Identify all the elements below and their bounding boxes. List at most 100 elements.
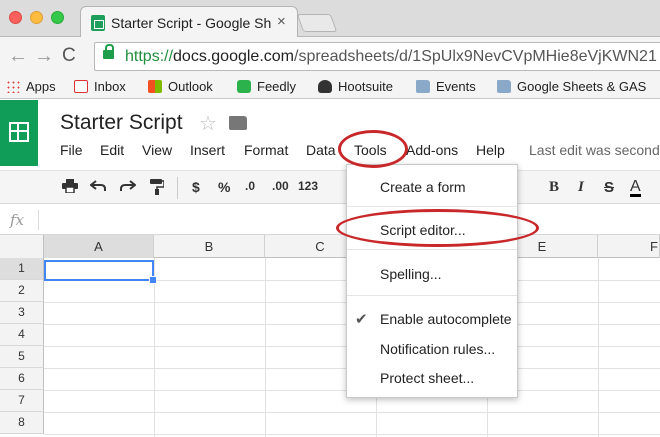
- browser-tab-bar: Starter Script - Google Sheets ×: [0, 0, 660, 37]
- active-cell-a1[interactable]: [44, 260, 157, 284]
- apps-grid-icon: [6, 80, 20, 93]
- decrease-decimal-button[interactable]: .0: [245, 179, 255, 193]
- menu-format[interactable]: Format: [244, 142, 288, 158]
- checkmark-icon: ✔: [355, 311, 368, 328]
- print-icon[interactable]: [62, 179, 78, 196]
- address-toolbar: ← → C https://docs.google.com/spreadshee…: [0, 37, 660, 75]
- menu-bar: File Edit View Insert Format Data Tools …: [0, 140, 660, 162]
- bold-button[interactable]: B: [549, 179, 559, 196]
- menu-help[interactable]: Help: [476, 142, 505, 158]
- sheets-logo-icon: [9, 122, 29, 142]
- new-tab-button[interactable]: [296, 14, 338, 32]
- secure-lock-icon: [103, 44, 114, 59]
- last-edit-status[interactable]: Last edit was second: [529, 142, 660, 158]
- window-close-button[interactable]: [9, 11, 22, 24]
- menu-edit[interactable]: Edit: [100, 142, 124, 158]
- column-header-b[interactable]: B: [154, 235, 265, 258]
- text-color-button[interactable]: A: [630, 179, 641, 197]
- select-all-corner[interactable]: [0, 235, 44, 258]
- browser-tab-active[interactable]: Starter Script - Google Sheets ×: [80, 6, 298, 37]
- strikethrough-button[interactable]: S: [604, 179, 614, 196]
- folder-icon: [416, 80, 430, 93]
- row-header-5[interactable]: 5: [0, 346, 44, 368]
- bookmark-label: Inbox: [94, 79, 126, 94]
- bookmark-label: Outlook: [168, 79, 213, 94]
- bookmark-events[interactable]: Events: [416, 79, 476, 94]
- bookmark-feedly[interactable]: Feedly: [237, 79, 296, 94]
- spreadsheet-grid[interactable]: A B C D E F 1 2 3 4 5 6 7 8: [0, 235, 660, 437]
- url-host: docs.google.com: [173, 48, 294, 65]
- bookmark-hootsuite[interactable]: Hootsuite: [318, 79, 393, 94]
- hootsuite-icon: [318, 80, 332, 93]
- redo-icon[interactable]: [120, 179, 137, 195]
- row-header-3[interactable]: 3: [0, 302, 44, 324]
- menu-separator: [347, 295, 517, 296]
- grid-column-line: [598, 258, 599, 437]
- formula-divider: [38, 210, 39, 230]
- bookmark-label: Google Sheets & GAS: [517, 79, 647, 94]
- undo-icon[interactable]: [89, 179, 106, 195]
- url-bar[interactable]: https://docs.google.com/spreadsheets/d/1…: [94, 42, 660, 71]
- grid-column-line: [265, 258, 266, 437]
- italic-button[interactable]: I: [578, 179, 584, 196]
- column-header-a[interactable]: A: [44, 235, 154, 258]
- row-header-8[interactable]: 8: [0, 412, 44, 434]
- menu-item-enable-autocomplete[interactable]: Enable autocomplete: [380, 311, 512, 327]
- tab-close-icon[interactable]: ×: [277, 13, 286, 30]
- tab-title: Starter Script - Google Sheets: [111, 15, 271, 31]
- tools-dropdown-menu: Create a form Script editor... Spelling.…: [346, 164, 518, 398]
- grid-row-line: [44, 412, 660, 413]
- paint-format-icon[interactable]: [150, 179, 165, 198]
- url-scheme: https://: [125, 48, 174, 65]
- menu-file[interactable]: File: [60, 142, 83, 158]
- menu-view[interactable]: View: [142, 142, 172, 158]
- reload-icon[interactable]: C: [62, 45, 76, 67]
- menu-item-create-form[interactable]: Create a form: [380, 179, 466, 195]
- row-header-4[interactable]: 4: [0, 324, 44, 346]
- bookmark-label: Feedly: [257, 79, 297, 94]
- bookmark-inbox[interactable]: Inbox: [74, 79, 126, 94]
- folder-icon: [497, 80, 511, 93]
- currency-format-button[interactable]: $: [192, 179, 200, 195]
- url-path: /spreadsheets/d/1SpUlx9NevCVpMHie8eVjKWN…: [294, 48, 657, 65]
- gmail-icon: [74, 80, 88, 93]
- document-title[interactable]: Starter Script: [60, 111, 183, 135]
- column-header-row: A B C D E F: [0, 235, 660, 258]
- bookmark-apps[interactable]: Apps: [6, 79, 56, 94]
- row-header-7[interactable]: 7: [0, 390, 44, 412]
- menu-item-notification-rules[interactable]: Notification rules...: [380, 341, 495, 357]
- menu-add-ons[interactable]: Add-ons: [406, 142, 458, 158]
- star-icon[interactable]: ☆: [199, 111, 217, 136]
- row-header-2[interactable]: 2: [0, 280, 44, 302]
- row-header-6[interactable]: 6: [0, 368, 44, 390]
- sheets-favicon-icon: [91, 15, 105, 31]
- grid-column-line: [154, 258, 155, 437]
- menu-data[interactable]: Data: [306, 142, 336, 158]
- menu-insert[interactable]: Insert: [190, 142, 225, 158]
- bookmark-outlook[interactable]: Outlook: [148, 79, 213, 94]
- increase-decimal-button[interactable]: .00: [272, 179, 289, 193]
- menu-separator: [347, 249, 517, 250]
- menu-separator: [347, 206, 517, 207]
- back-arrow-icon[interactable]: ←: [8, 45, 28, 68]
- tools-highlight-oval: [338, 130, 408, 168]
- bookmark-label: Hootsuite: [338, 79, 393, 94]
- bookmark-google-sheets-gas[interactable]: Google Sheets & GAS: [497, 79, 646, 94]
- window-minimize-button[interactable]: [30, 11, 43, 24]
- folder-icon[interactable]: [229, 116, 247, 130]
- function-fx-icon: fx: [10, 211, 25, 229]
- formatting-toolbar: $ % .0 .00 123 B I S A: [0, 170, 660, 204]
- script-editor-highlight-oval: [336, 209, 539, 247]
- bookmark-label: Apps: [26, 79, 56, 94]
- more-formats-button[interactable]: 123: [298, 179, 318, 193]
- feedly-icon: [237, 80, 251, 93]
- percent-format-button[interactable]: %: [218, 179, 230, 195]
- window-zoom-button[interactable]: [51, 11, 64, 24]
- row-header-1[interactable]: 1: [0, 258, 44, 280]
- formula-bar[interactable]: fx: [0, 205, 660, 235]
- menu-item-spelling[interactable]: Spelling...: [380, 266, 441, 282]
- column-header-f[interactable]: F: [598, 235, 660, 258]
- bookmarks-bar: Apps Inbox Outlook Feedly Hootsuite Even…: [0, 75, 660, 99]
- menu-item-protect-sheet[interactable]: Protect sheet...: [380, 370, 474, 386]
- forward-arrow-icon[interactable]: →: [34, 45, 54, 68]
